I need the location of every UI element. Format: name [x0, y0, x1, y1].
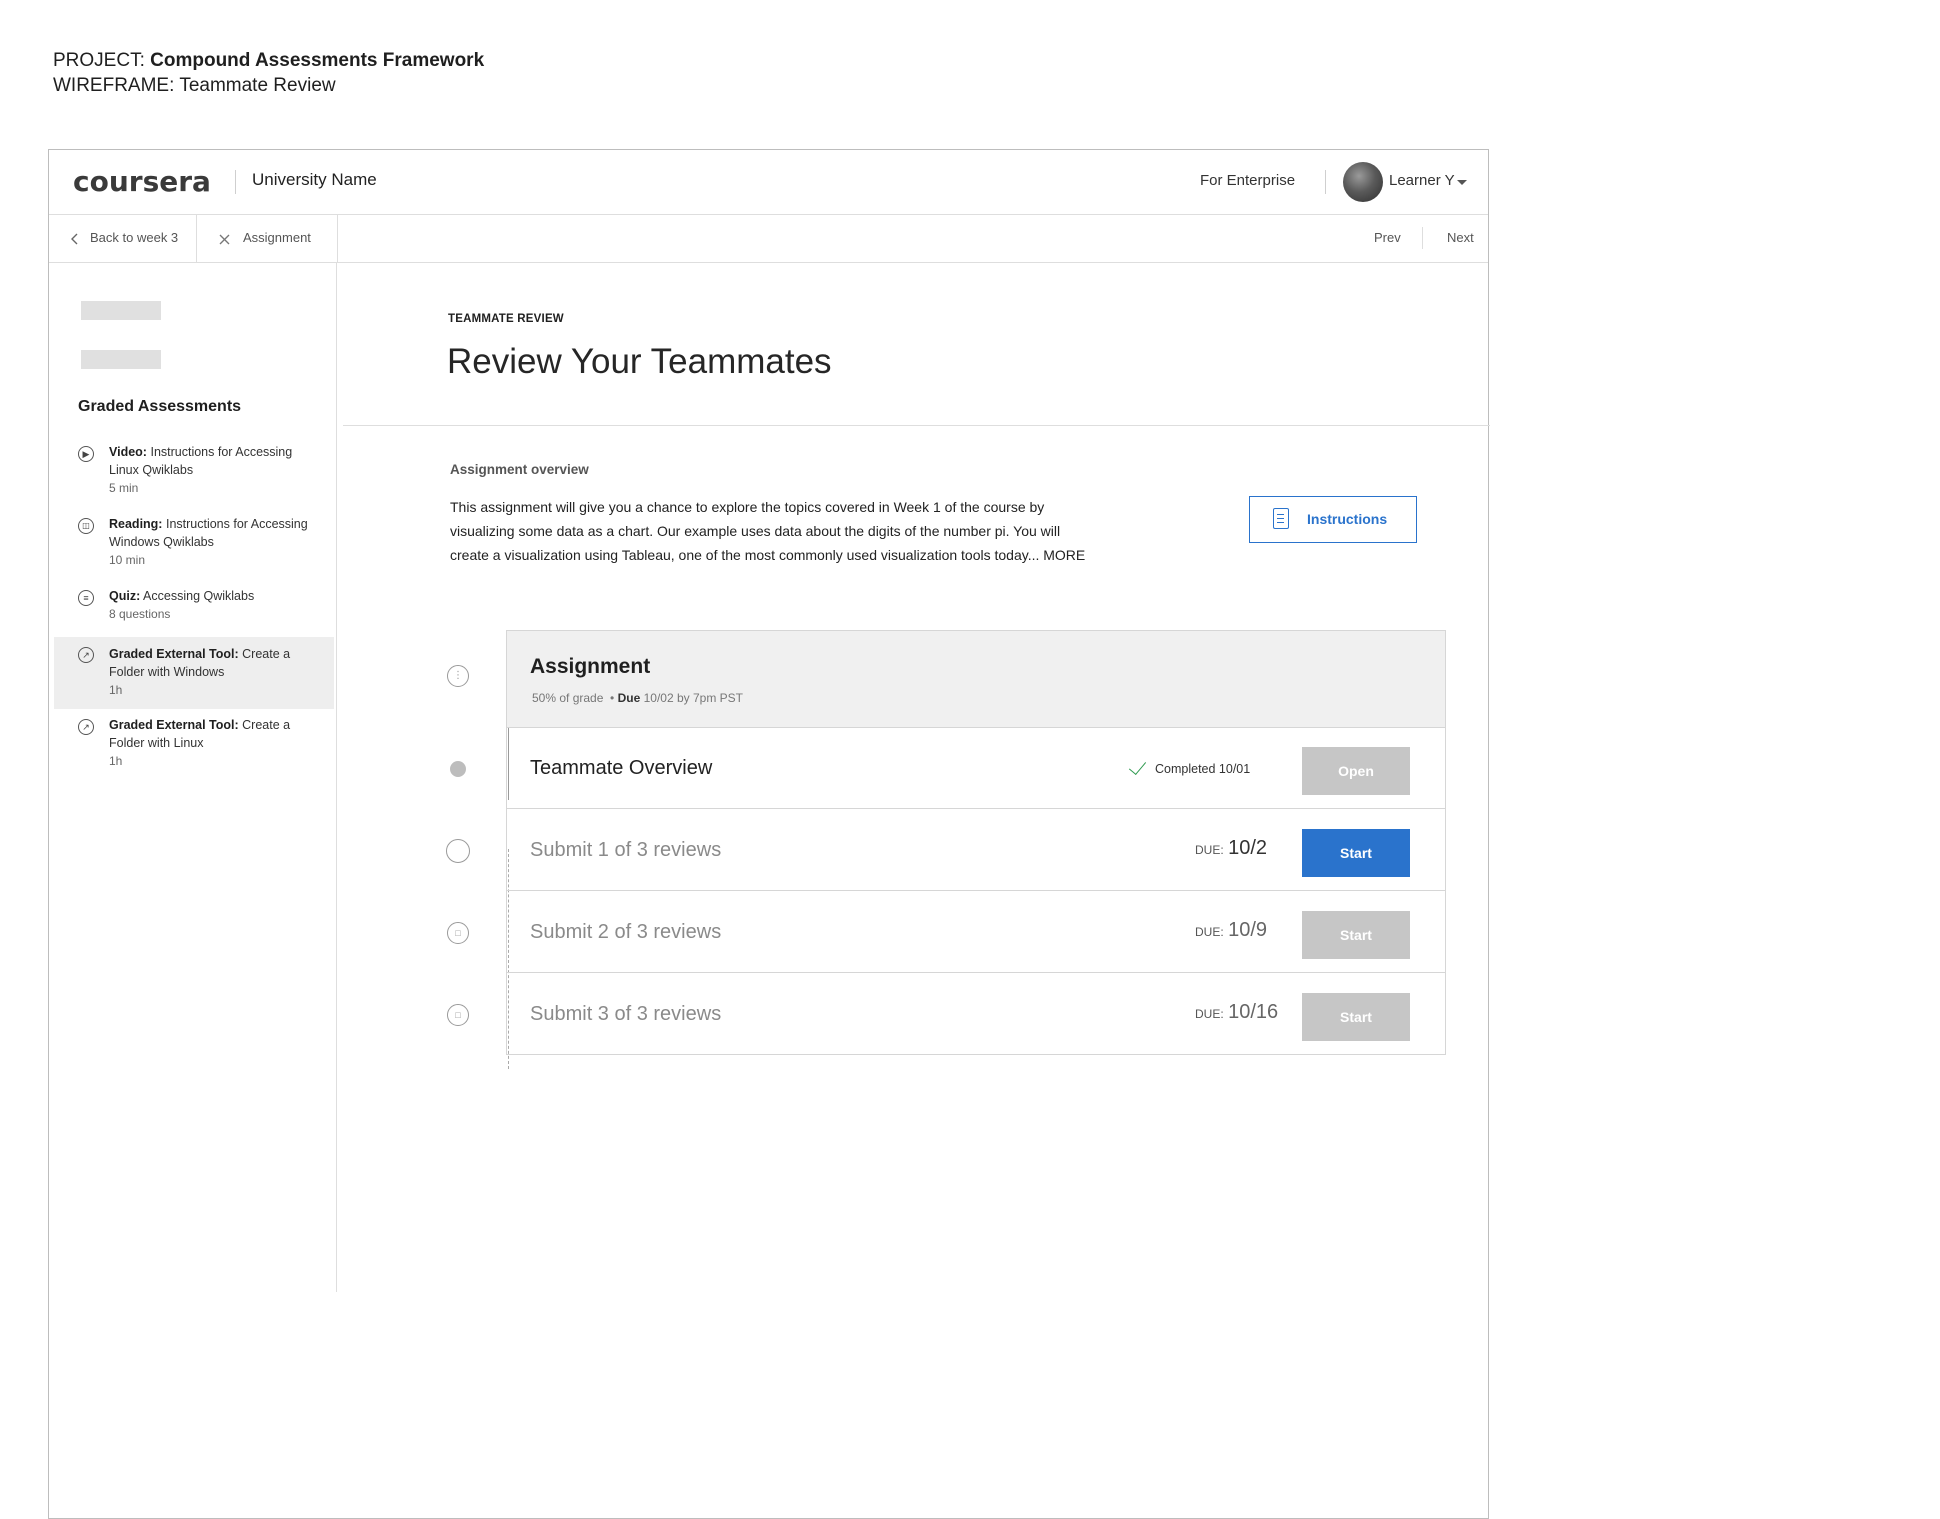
- sidebar-item-meta: 1h: [109, 683, 123, 697]
- sidebar-placeholder: [81, 350, 161, 369]
- check-icon: [1128, 756, 1147, 776]
- top-header: coursera University Name For Enterprise …: [49, 150, 1488, 215]
- header-divider: [235, 170, 236, 194]
- sidebar-item-meta: 5 min: [109, 481, 139, 495]
- avatar[interactable]: [1343, 162, 1383, 202]
- wireframe-caption: WIREFRAME: Teammate Review: [53, 75, 336, 96]
- start-button[interactable]: Start: [1302, 829, 1410, 877]
- university-name[interactable]: University Name: [252, 170, 377, 190]
- app-frame: coursera University Name For Enterprise …: [48, 149, 1490, 1519]
- sidebar-item-external-tool-windows[interactable]: ↗ Graded External Tool: Create a Folder …: [54, 637, 334, 709]
- sidebar-item-meta: 1h: [109, 754, 123, 768]
- start-button-disabled[interactable]: Start: [1302, 911, 1410, 959]
- overview-text: This assignment will give you a chance t…: [450, 499, 1086, 563]
- external-link-icon: ↗: [78, 647, 94, 663]
- close-icon[interactable]: [219, 234, 230, 245]
- content-divider: [343, 425, 1490, 426]
- page-eyebrow: TEAMMATE REVIEW: [448, 313, 564, 325]
- assignment-step-row: Submit 2 of 3 reviews DUE: 10/9 Start: [507, 891, 1445, 973]
- sidebar-item-meta: 10 min: [109, 553, 146, 567]
- sidebar-item-external-tool-linux[interactable]: ↗ Graded External Tool: Create a Folder …: [54, 710, 334, 782]
- open-button[interactable]: Open: [1302, 747, 1410, 795]
- timeline-node-current: [446, 839, 470, 863]
- coursera-logo[interactable]: coursera: [73, 165, 211, 198]
- external-link-icon: ↗: [78, 719, 94, 735]
- prev-button[interactable]: Prev: [1374, 230, 1401, 245]
- quiz-icon: ≡: [78, 590, 94, 606]
- project-name: Compound Assessments Framework: [150, 50, 485, 71]
- due-date: DUE: 10/16: [1195, 1001, 1279, 1023]
- instructions-button[interactable]: Instructions: [1249, 496, 1417, 543]
- back-to-week-link[interactable]: Back to week 3: [90, 230, 178, 245]
- overview-label: Assignment overview: [450, 462, 589, 477]
- page-title: Review Your Teammates: [447, 342, 832, 381]
- step-title: Submit 3 of 3 reviews: [530, 1003, 722, 1025]
- sidebar-item-meta: 8 questions: [109, 607, 171, 621]
- next-button[interactable]: Next: [1447, 230, 1474, 245]
- timeline-node-completed: [450, 761, 466, 777]
- sidebar-heading: Graded Assessments: [78, 398, 242, 415]
- chevron-down-icon[interactable]: [1457, 180, 1467, 185]
- timeline-node-assignment: ⋮: [447, 665, 469, 687]
- chevron-left-icon[interactable]: [71, 233, 79, 245]
- lock-icon: □: [447, 1004, 469, 1026]
- assignment-step-row: Submit 1 of 3 reviews DUE: 10/2 Start: [507, 809, 1445, 891]
- for-enterprise-link[interactable]: For Enterprise: [1200, 172, 1295, 189]
- sidebar-border: [336, 262, 337, 1292]
- sub-navigation: Back to week 3 Assignment Prev Next: [49, 214, 1488, 263]
- sidebar-placeholder: [81, 301, 161, 320]
- assignment-meta: 50% of grade • Due 10/02 by 7pm PST: [532, 691, 743, 705]
- completion-status: Completed 10/01: [1128, 756, 1250, 776]
- start-button-disabled[interactable]: Start: [1302, 993, 1410, 1041]
- step-title: Submit 2 of 3 reviews: [530, 921, 722, 943]
- sidebar-item-video[interactable]: ▶ Video: Instructions for Accessing Linu…: [54, 437, 334, 509]
- subnav-divider: [1422, 227, 1423, 249]
- document-icon: [1273, 508, 1289, 529]
- due-date: DUE: 10/9: [1195, 919, 1268, 941]
- project-caption: PROJECT: Compound Assessments Framework: [53, 50, 485, 71]
- play-icon: ▶: [78, 446, 94, 462]
- lock-icon: □: [447, 922, 469, 944]
- sidebar-item-reading[interactable]: ◫ Reading: Instructions for Accessing Wi…: [54, 509, 334, 581]
- subnav-divider: [337, 214, 338, 262]
- step-title: Teammate Overview: [530, 757, 713, 779]
- assignment-step-row: Submit 3 of 3 reviews DUE: 10/16 Start: [507, 973, 1445, 1055]
- due-date: DUE: 10/2: [1195, 837, 1268, 859]
- user-menu[interactable]: Learner Y: [1389, 172, 1455, 189]
- step-title: Submit 1 of 3 reviews: [530, 839, 722, 861]
- assignment-card-header: Assignment 50% of grade • Due 10/02 by 7…: [507, 631, 1445, 728]
- assignment-card: Assignment 50% of grade • Due 10/02 by 7…: [506, 630, 1446, 1055]
- book-icon: ◫: [78, 518, 94, 534]
- wireframe-name: Teammate Review: [179, 75, 336, 96]
- assignment-breadcrumb[interactable]: Assignment: [243, 230, 311, 245]
- header-divider: [1325, 170, 1326, 194]
- assignment-title: Assignment: [530, 655, 651, 678]
- assignment-step-row: Teammate Overview Completed 10/01 Open: [507, 727, 1445, 809]
- subnav-divider: [196, 214, 197, 262]
